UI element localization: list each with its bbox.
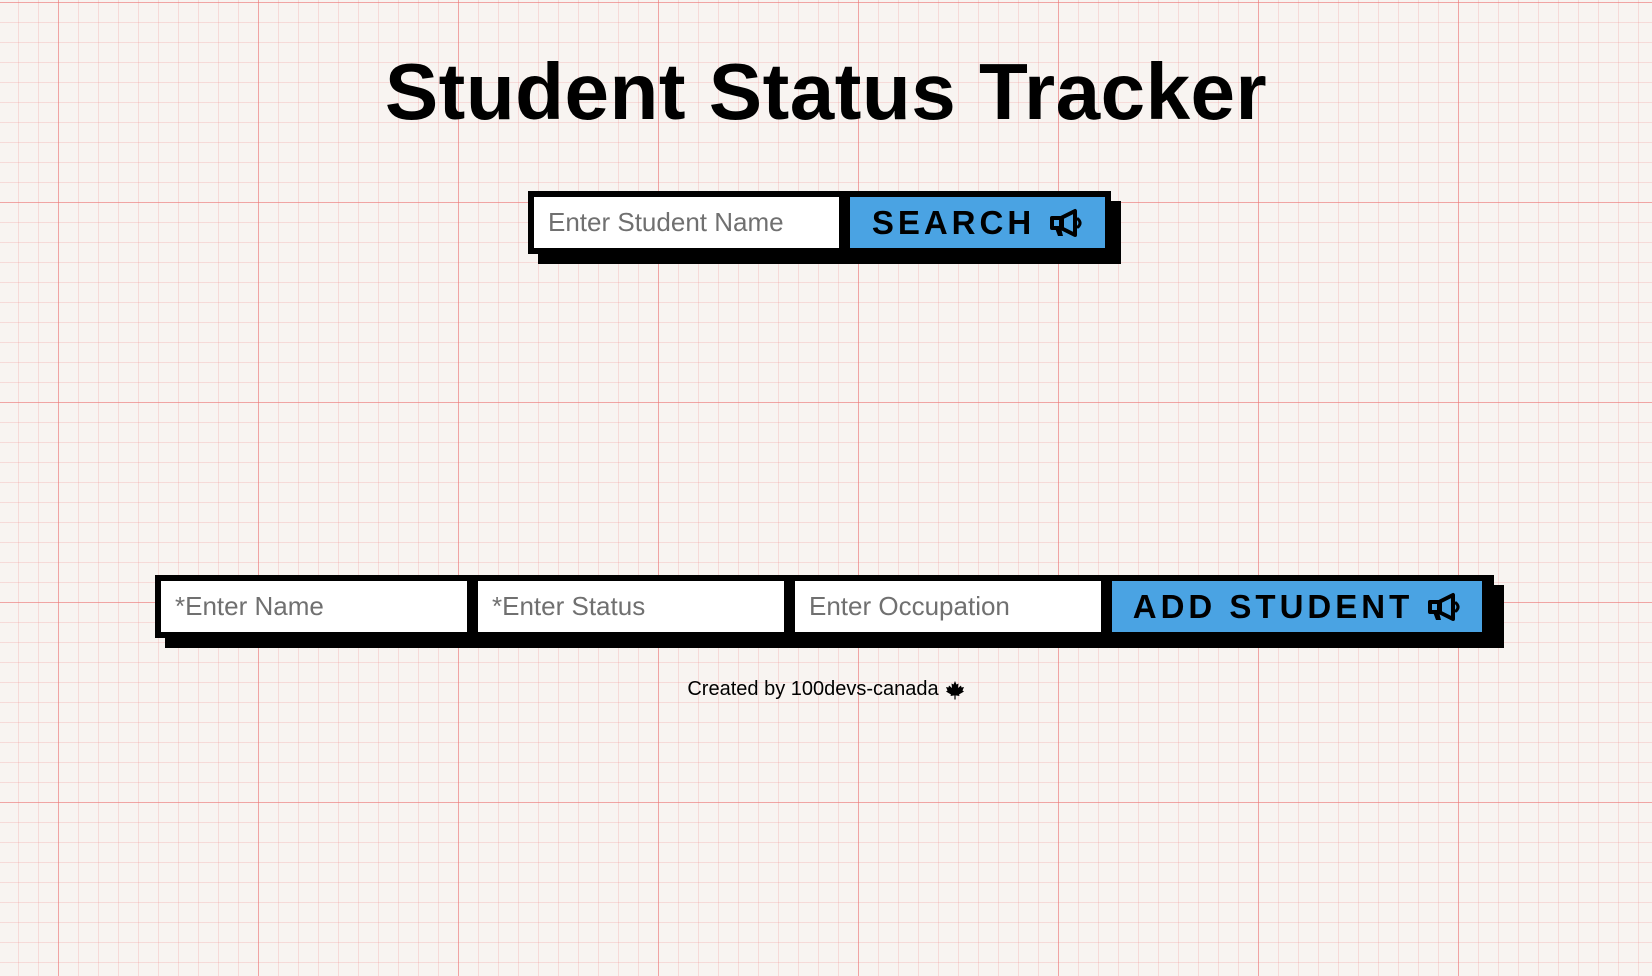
search-button[interactable]: SEARCH (850, 197, 1105, 248)
occupation-input[interactable] (795, 581, 1101, 632)
add-student-button-label: ADD STUDENT (1132, 587, 1414, 625)
footer: Created by 100devs-canada (0, 678, 1652, 701)
search-input[interactable] (534, 197, 839, 248)
status-input[interactable] (478, 581, 784, 632)
search-bar: SEARCH (528, 191, 1111, 254)
megaphone-icon (1427, 592, 1461, 622)
add-student-bar: ADD STUDENT (155, 575, 1494, 638)
page-title: Student Status Tracker (384, 47, 1268, 136)
name-input[interactable] (161, 581, 467, 632)
megaphone-icon (1049, 208, 1083, 238)
maple-leaf-icon (945, 680, 965, 700)
add-student-button[interactable]: ADD STUDENT (1112, 581, 1482, 632)
footer-text: Created by 100devs-canada (687, 678, 939, 700)
search-button-label: SEARCH (871, 203, 1036, 241)
